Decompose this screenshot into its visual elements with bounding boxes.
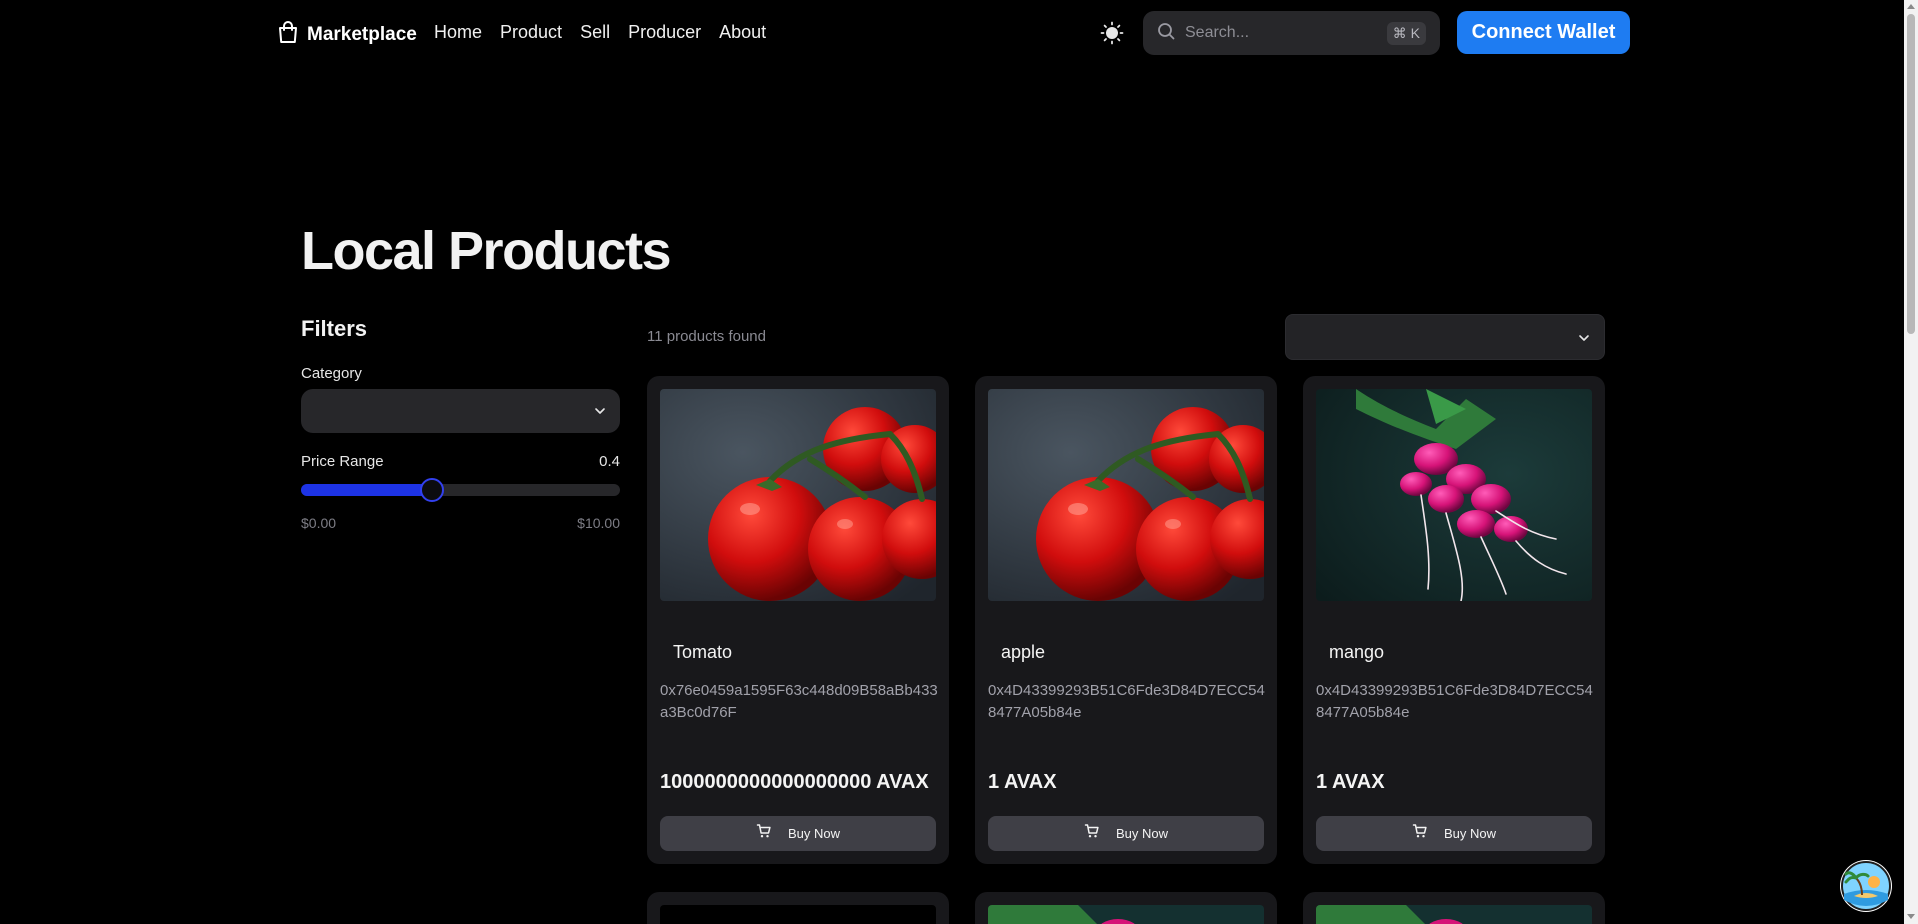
product-name: Tomato xyxy=(673,642,733,662)
shopping-bag-icon xyxy=(277,20,299,49)
buy-now-label: Buy Now xyxy=(1443,826,1497,841)
page-title: Local Products xyxy=(301,221,672,281)
theme-toggle[interactable] xyxy=(1099,21,1125,50)
product-card: apple 0x4D43399293B51C6Fde3D84D7ECC54847… xyxy=(975,376,1277,864)
product-name: mango xyxy=(1329,642,1385,662)
category-select[interactable] xyxy=(301,389,620,433)
product-price: 1000000000000000000 AVAX xyxy=(660,771,929,793)
scroll-down-arrow[interactable] xyxy=(1907,914,1915,919)
product-address: 0x4D43399293B51C6Fde3D84D7ECC548477A05b8… xyxy=(1316,682,1593,721)
search-icon xyxy=(1157,22,1175,45)
nav-link-home[interactable]: Home xyxy=(434,22,482,43)
nav-links: Home Product Sell Producer About xyxy=(434,22,766,43)
search-bar[interactable]: Search... ⌘ K xyxy=(1143,11,1440,55)
buy-now-label: Buy Now xyxy=(787,826,841,841)
product-image-tomato[interactable] xyxy=(660,389,936,601)
search-shortcut: ⌘ K xyxy=(1386,21,1426,45)
filters-panel: Filters Category Price Range 0.4 $0.00 $… xyxy=(301,316,620,531)
filters-title: Filters xyxy=(301,316,368,341)
product-price: 1 AVAX xyxy=(1316,771,1385,793)
product-price: 1 AVAX xyxy=(988,771,1057,793)
product-card xyxy=(975,892,1277,924)
connect-wallet-button[interactable]: Connect Wallet xyxy=(1457,11,1630,54)
floating-assistant-button[interactable] xyxy=(1840,860,1892,912)
buy-now-label: Buy Now xyxy=(1115,826,1169,841)
shopping-cart-icon xyxy=(756,823,772,844)
product-card xyxy=(647,892,949,924)
chevron-down-icon xyxy=(594,404,606,422)
search-placeholder: Search... xyxy=(1185,24,1250,41)
buy-now-button[interactable]: Buy Now xyxy=(660,816,936,851)
shopping-cart-icon xyxy=(1412,823,1428,844)
price-min-label: $0.00 xyxy=(301,515,337,531)
product-image-radish[interactable] xyxy=(1316,389,1592,601)
scroll-thumb[interactable] xyxy=(1907,14,1915,334)
buy-now-button[interactable]: Buy Now xyxy=(1316,816,1592,851)
scroll-up-arrow[interactable] xyxy=(1907,4,1915,9)
product-image-radish[interactable] xyxy=(1316,905,1592,924)
nav-link-product[interactable]: Product xyxy=(500,22,562,43)
nav-link-producer[interactable]: Producer xyxy=(628,22,701,43)
buy-now-button[interactable]: Buy Now xyxy=(988,816,1264,851)
navbar: Marketplace Home Product Sell Producer A… xyxy=(0,0,1918,66)
product-card xyxy=(1303,892,1605,924)
price-range-label: Price Range xyxy=(301,453,384,470)
price-max-label: $10.00 xyxy=(577,515,620,531)
shopping-cart-icon xyxy=(1084,823,1100,844)
nav-link-sell[interactable]: Sell xyxy=(580,22,610,43)
sun-icon xyxy=(1100,21,1124,50)
slider-thumb[interactable] xyxy=(419,478,444,502)
price-range-bounds: $0.00 $10.00 xyxy=(301,515,620,531)
nav-link-about[interactable]: About xyxy=(719,22,766,43)
sort-select[interactable] xyxy=(1285,314,1605,360)
slider-fill xyxy=(301,484,432,496)
price-range-slider[interactable] xyxy=(301,478,620,502)
product-image-tomato[interactable] xyxy=(988,389,1264,601)
chevron-down-icon xyxy=(1578,331,1590,349)
product-image[interactable] xyxy=(660,905,936,924)
product-card: mango 0x4D43399293B51C6Fde3D84D7ECC54847… xyxy=(1303,376,1605,864)
product-address: 0x76e0459a1595F63c448d09B58aBb433a3Bc0d7… xyxy=(660,682,938,721)
brand-label: Marketplace xyxy=(307,23,417,45)
page-scrollbar[interactable] xyxy=(1904,0,1918,924)
results-count: 11 products found xyxy=(647,328,766,345)
product-image-radish[interactable] xyxy=(988,905,1264,924)
product-address: 0x4D43399293B51C6Fde3D84D7ECC548477A05b8… xyxy=(988,682,1265,721)
island-avatar-icon xyxy=(1841,861,1891,911)
product-card: Tomato 0x76e0459a1595F63c448d09B58aBb433… xyxy=(647,376,949,864)
price-range-value: 0.4 xyxy=(599,453,620,470)
brand[interactable]: Marketplace xyxy=(277,20,417,49)
category-label: Category xyxy=(301,365,362,382)
price-range-header: Price Range 0.4 xyxy=(301,453,620,470)
product-name: apple xyxy=(1001,642,1046,662)
